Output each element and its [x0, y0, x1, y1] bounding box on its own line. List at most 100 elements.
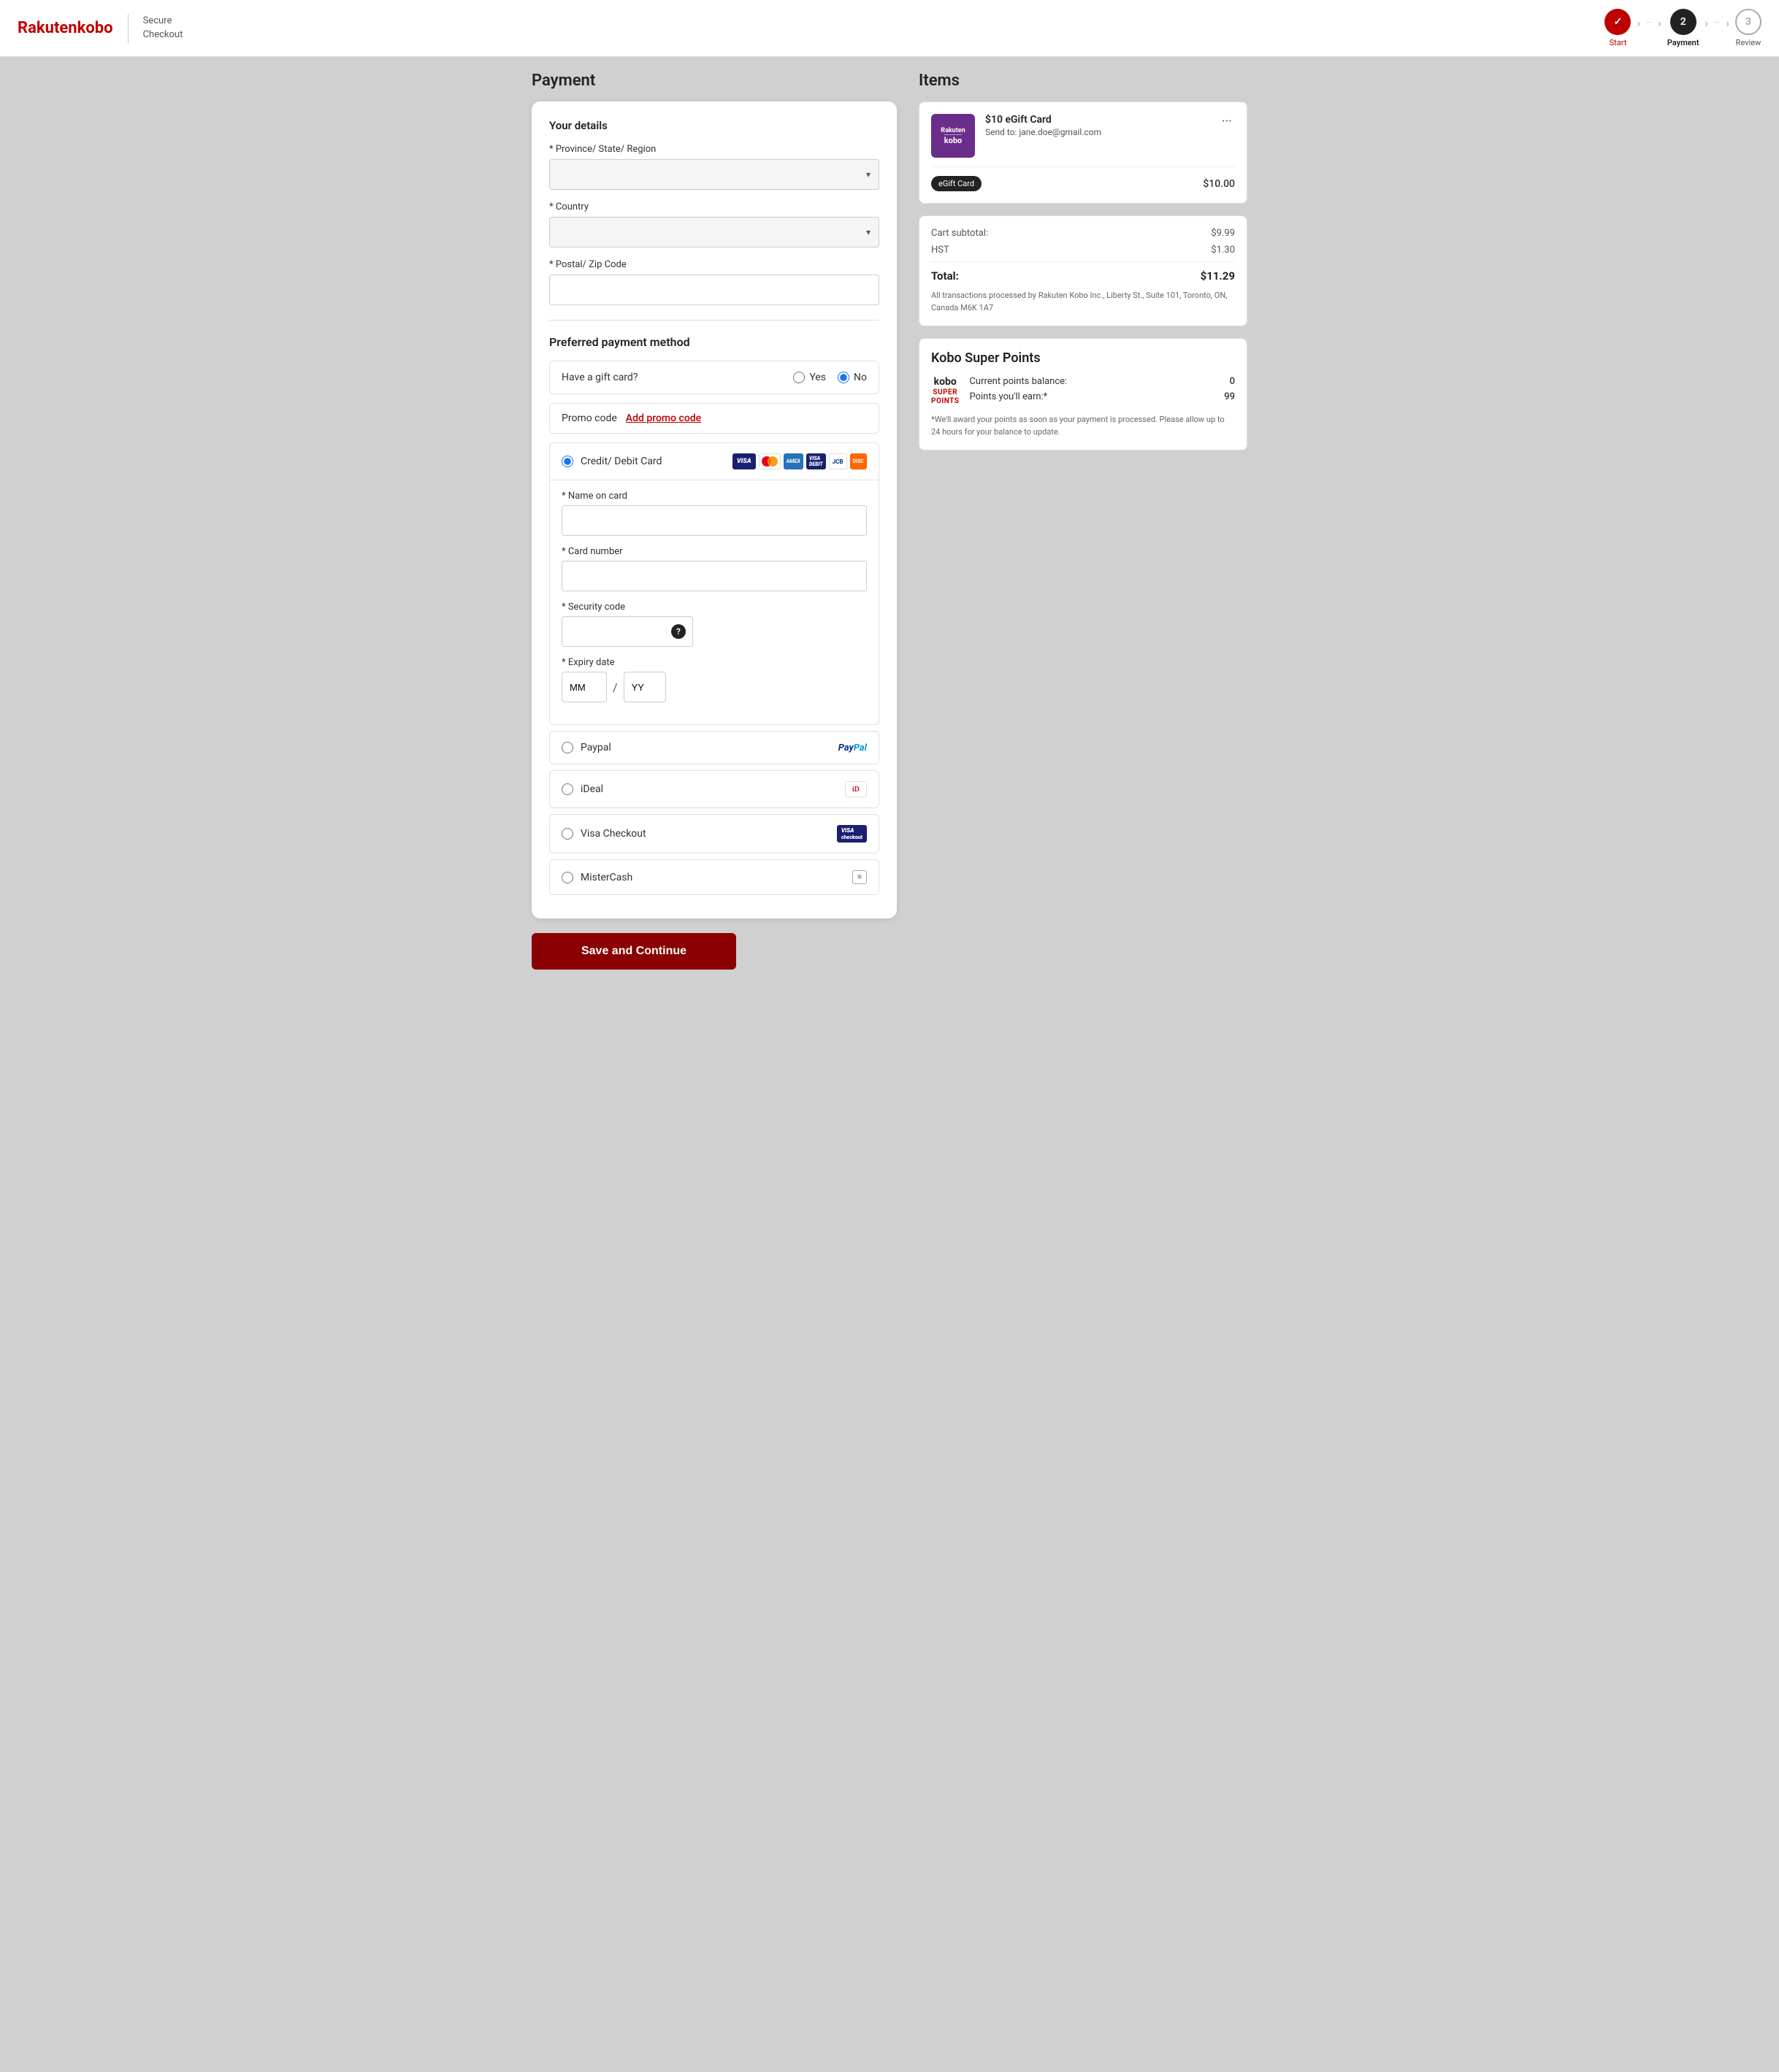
current-balance-label: Current points balance:	[969, 376, 1067, 387]
province-select-wrapper: ▾	[549, 159, 879, 190]
main-content: Payment Your details * Province/ State/ …	[517, 57, 1262, 984]
item-more-button[interactable]: ···	[1219, 114, 1235, 129]
logo-rakuten: Rakuten	[18, 19, 77, 37]
security-help-icon[interactable]: ?	[671, 624, 686, 639]
discover-icon: DISC	[850, 453, 868, 469]
month-select-wrapper: MM 01020304 05060708 09101112	[562, 672, 607, 702]
province-select[interactable]	[549, 159, 879, 190]
gift-card-no-radio[interactable]	[838, 372, 849, 383]
name-on-card-label: * Name on card	[562, 491, 867, 502]
year-select-wrapper: YY 24252627 28293031	[624, 672, 666, 702]
visa-checkout-radio[interactable]	[562, 828, 573, 840]
hst-value: $1.30	[1211, 245, 1235, 256]
amex-icon: AMEX	[784, 453, 803, 469]
mistercash-label: MisterCash	[581, 872, 845, 883]
paypal-header[interactable]: Paypal PayPal	[550, 732, 879, 764]
page-title: Payment	[532, 72, 897, 90]
hst-row: HST $1.30	[931, 245, 1235, 256]
arrow-dots-1: ···	[1646, 19, 1652, 27]
ideal-option: iDeal iD	[549, 770, 879, 808]
postal-group: * Postal/ Zip Code	[549, 259, 879, 305]
header-divider	[128, 14, 129, 43]
mistercash-radio[interactable]	[562, 872, 573, 883]
promo-link[interactable]: Add promo code	[626, 413, 701, 424]
total-label: Total:	[931, 269, 959, 283]
province-group: * Province/ State/ Region ▾	[549, 144, 879, 190]
item-name: $10 eGift Card	[985, 114, 1209, 126]
mistercash-header[interactable]: MisterCash ≡	[550, 860, 879, 894]
card-number-input[interactable]	[562, 561, 867, 591]
stepper: ✓ Start › ··· › 2 Payment › ··· › 3 Revi…	[1604, 9, 1761, 47]
credit-card-form: * Name on card * Card number * Security …	[550, 480, 879, 724]
jcb-icon: JCB	[829, 453, 847, 469]
payment-card: Your details * Province/ State/ Region ▾…	[532, 101, 897, 918]
postal-input[interactable]	[549, 275, 879, 305]
kobo-points-content: kobo SUPER POINTS Current points balance…	[931, 376, 1235, 407]
mistercash-logo-icon: ≡	[852, 870, 867, 884]
ideal-label: iDeal	[581, 783, 838, 795]
paypal-radio[interactable]	[562, 742, 573, 753]
mastercard-icon	[759, 453, 781, 469]
order-summary: Cart subtotal: $9.99 HST $1.30 Total: $1…	[919, 215, 1247, 326]
step-label-start: Start	[1610, 38, 1627, 47]
ideal-radio[interactable]	[562, 783, 573, 795]
gift-card-label: Have a gift card?	[562, 372, 638, 383]
credit-card-option: Credit/ Debit Card VISA AMEX VISADEBIT	[549, 442, 879, 725]
card-icons: VISA AMEX VISADEBIT JCB DISC	[732, 453, 867, 469]
kobo-logo-box: kobo SUPER POINTS	[931, 376, 959, 406]
visa-checkout-option: Visa Checkout VISAcheckout	[549, 814, 879, 853]
kobo-logo-mid: SUPER	[933, 388, 957, 397]
credit-card-header[interactable]: Credit/ Debit Card VISA AMEX VISADEBIT	[550, 443, 879, 480]
gift-card-yes-option[interactable]: Yes	[793, 372, 826, 383]
left-panel: Payment Your details * Province/ State/ …	[532, 72, 897, 970]
paypal-icon-container: PayPal	[838, 743, 867, 753]
expiry-label: * Expiry date	[562, 657, 867, 668]
cart-subtotal-row: Cart subtotal: $9.99	[931, 228, 1235, 239]
kobo-logo-top: kobo	[934, 376, 957, 388]
item-thumb-rakuten: Rakuten	[941, 128, 965, 134]
ideal-header[interactable]: iDeal iD	[550, 771, 879, 807]
points-earn-value: 99	[1224, 391, 1235, 402]
logo: Rakutenkobo	[18, 19, 113, 37]
arrow-1: ›	[1637, 16, 1640, 30]
security-input-wrapper: ?	[562, 616, 693, 647]
item-details: $10 eGift Card Send to: jane.doe@gmail.c…	[985, 114, 1209, 137]
country-select[interactable]	[549, 217, 879, 248]
item-card: Rakuten kobo $10 eGift Card Send to: jan…	[919, 101, 1247, 204]
kobo-logo-bot: POINTS	[931, 397, 959, 406]
expiry-slash: /	[613, 680, 618, 694]
name-on-card-group: * Name on card	[562, 491, 867, 536]
name-on-card-input[interactable]	[562, 505, 867, 536]
gift-card-no-option[interactable]: No	[838, 372, 867, 383]
paypal-logo-icon: PayPal	[838, 743, 867, 753]
item-row: Rakuten kobo $10 eGift Card Send to: jan…	[931, 114, 1235, 158]
points-earn-row: Points you'll earn:* 99	[969, 391, 1235, 402]
province-label: * Province/ State/ Region	[549, 144, 879, 155]
month-select[interactable]: MM 01020304 05060708 09101112	[562, 672, 607, 702]
postal-label: * Postal/ Zip Code	[549, 259, 879, 270]
paypal-label: Paypal	[581, 742, 831, 753]
expiry-group: * Expiry date MM 01020304 05060708 09101…	[562, 657, 867, 702]
step-label-review: Review	[1736, 38, 1761, 47]
kobo-points-section: Kobo Super Points kobo SUPER POINTS Curr…	[919, 338, 1247, 450]
year-select[interactable]: YY 24252627 28293031	[624, 672, 666, 702]
kobo-points-rows: Current points balance: 0 Points you'll …	[969, 376, 1235, 407]
item-type-row: eGift Card $10.00	[931, 166, 1235, 191]
hst-label: HST	[931, 245, 949, 256]
gift-card-no-label: No	[854, 372, 867, 383]
points-note: *We'll award your points as soon as your…	[931, 414, 1235, 438]
credit-card-radio[interactable]	[562, 456, 573, 467]
expiry-row: MM 01020304 05060708 09101112 / YY	[562, 672, 867, 702]
promo-row: Promo code Add promo code	[549, 403, 879, 434]
mistercash-icon-container: ≡	[852, 870, 867, 884]
ideal-icon-container: iD	[845, 781, 867, 797]
save-continue-button[interactable]: Save and Continue	[532, 933, 736, 970]
visa-checkout-header[interactable]: Visa Checkout VISAcheckout	[550, 815, 879, 853]
header-left: Rakutenkobo Secure Checkout	[18, 14, 183, 43]
current-balance-row: Current points balance: 0	[969, 376, 1235, 387]
country-label: * Country	[549, 202, 879, 212]
visa-checkout-label: Visa Checkout	[581, 828, 830, 840]
security-code-label: * Security code	[562, 602, 867, 613]
gift-card-yes-radio[interactable]	[793, 372, 805, 383]
visa-debit-icon: VISADEBIT	[806, 453, 826, 469]
